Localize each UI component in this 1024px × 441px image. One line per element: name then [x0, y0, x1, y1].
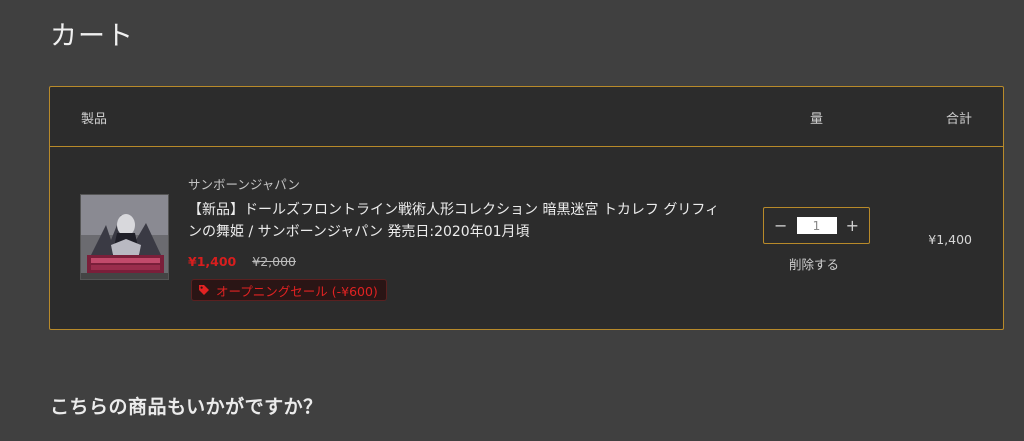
discount-badge: オープニングセール (-¥600)	[191, 279, 387, 301]
quantity-input[interactable]	[796, 217, 837, 234]
product-thumbnail[interactable]	[80, 194, 169, 280]
sale-price: ¥1,400	[188, 254, 237, 269]
increment-button[interactable]: +	[846, 216, 859, 235]
cart-table-header: 製品 量 合計	[50, 87, 1003, 147]
tag-icon	[198, 284, 210, 296]
cart-table: 製品 量 合計 サンボーンジャパン 【新品】ドールズフロントライン戦術人形コレク…	[49, 86, 1004, 330]
original-price: ¥2,000	[252, 254, 296, 269]
quantity-stepper: − +	[763, 207, 870, 244]
remove-item-link[interactable]: 削除する	[789, 254, 839, 273]
column-header-total: 合計	[945, 112, 972, 127]
cart-page: カート 製品 量 合計 サンボーンジャパン 【新品】ドールズフロントライン戦術人…	[0, 0, 1024, 441]
price-row: ¥1,400 ¥2,000	[188, 254, 296, 269]
decrement-button[interactable]: −	[774, 216, 787, 235]
product-title-link[interactable]: 【新品】ドールズフロントライン戦術人形コレクション 暗黒迷宮 トカレフ グリフィ…	[188, 199, 728, 243]
product-image-icon	[81, 195, 168, 279]
column-header-product: 製品	[81, 112, 108, 127]
product-vendor: サンボーンジャパン	[188, 177, 300, 192]
line-total: ¥1,400	[928, 232, 972, 247]
recommendations-heading: こちらの商品もいかがですか？	[50, 396, 323, 418]
page-title: カート	[50, 21, 134, 52]
column-header-quantity: 量	[810, 112, 824, 127]
discount-label: オープニングセール (-¥600)	[216, 283, 378, 299]
